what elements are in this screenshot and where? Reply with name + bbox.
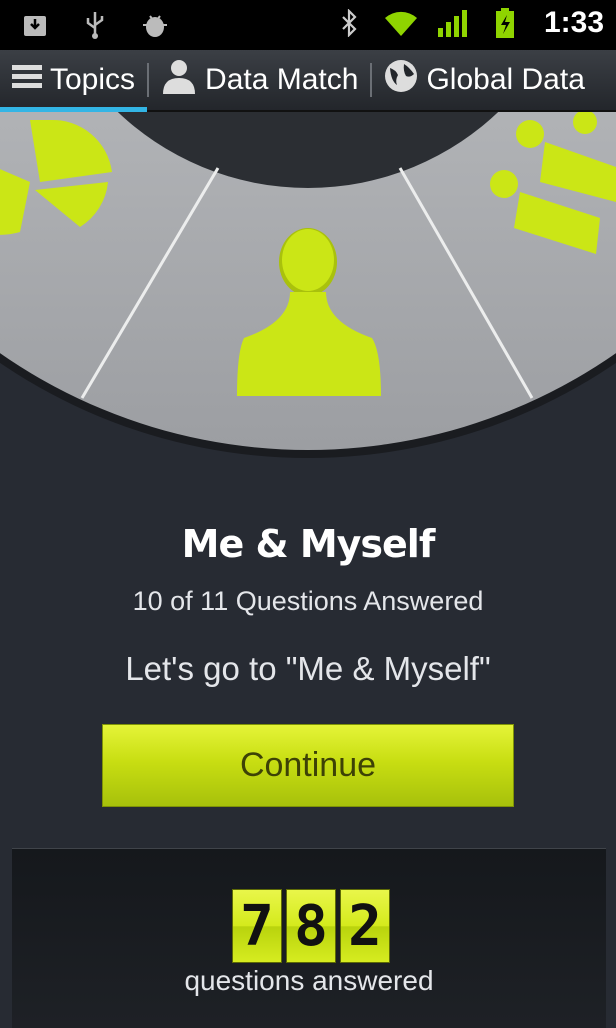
continue-button[interactable]: Continue <box>102 724 514 807</box>
tab-data-match[interactable]: Data Match <box>149 50 370 110</box>
bluetooth-icon <box>332 6 366 40</box>
person-icon <box>161 58 197 102</box>
questions-counter: 7 8 2 questions answered <box>12 848 606 1028</box>
tab-label: Global Data <box>426 63 585 96</box>
download-icon <box>18 8 52 42</box>
usb-icon <box>78 8 112 42</box>
clock: 1:33 <box>543 6 604 39</box>
tab-label: Topics <box>50 63 136 96</box>
counter-digit: 8 <box>286 889 336 963</box>
tab-topics[interactable]: Topics <box>0 50 148 112</box>
menu-icon <box>12 62 42 98</box>
tab-global-data[interactable]: Global Data <box>372 50 596 110</box>
battery-charging-icon <box>488 6 522 40</box>
topic-prompt: Let's go to "Me & Myself" <box>125 650 491 687</box>
tab-label: Data Match <box>205 63 359 96</box>
android-debug-icon <box>138 8 172 42</box>
status-bar: 1:33 <box>0 0 616 50</box>
globe-icon <box>384 59 418 101</box>
topic-progress: 10 of 11 Questions Answered <box>132 586 484 616</box>
counter-digit: 2 <box>340 889 390 963</box>
topic-title: Me & Myself <box>181 522 436 566</box>
signal-icon <box>436 6 470 40</box>
wifi-icon <box>384 6 418 40</box>
counter-digit: 7 <box>232 889 282 963</box>
counter-label: questions answered <box>184 965 434 996</box>
tab-bar: Topics Data Match Global Data <box>0 50 616 112</box>
counter-digits: 7 8 2 <box>232 889 390 963</box>
topic-wheel[interactable] <box>0 112 616 472</box>
